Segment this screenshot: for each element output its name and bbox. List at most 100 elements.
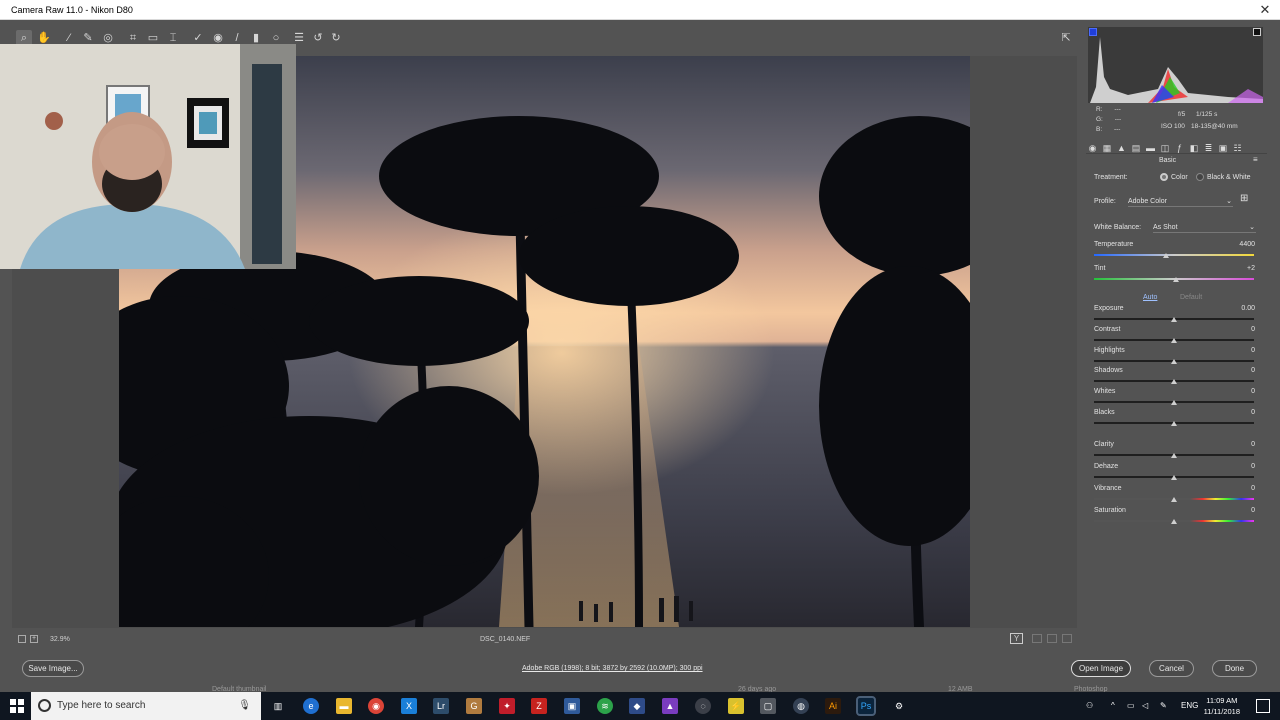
notifications-icon[interactable]	[1256, 699, 1270, 713]
slider-thumb[interactable]	[1171, 519, 1177, 524]
settings-gear-icon[interactable]: ⚙	[891, 698, 907, 714]
open-image-button[interactable]: Open Image	[1071, 660, 1131, 677]
profile-select[interactable]: Adobe Color ⌄	[1128, 196, 1233, 207]
microphone-icon[interactable]: 🎙	[238, 692, 251, 720]
white-balance-select[interactable]: As Shot ⌄	[1153, 222, 1256, 233]
date: 11/11/2018	[1203, 707, 1240, 716]
default-link[interactable]: Default	[1180, 294, 1202, 301]
rotate-right-icon[interactable]: ↻	[328, 30, 344, 46]
chevron-up-icon[interactable]: ^	[1111, 692, 1115, 720]
clock[interactable]: 11:09 AM 11/11/2018	[1204, 695, 1240, 717]
basic-tab-icon[interactable]: ◉	[1086, 142, 1099, 155]
shadow-clip-icon[interactable]	[1089, 28, 1097, 36]
presenter-video	[0, 44, 296, 269]
slider-thumb[interactable]	[1172, 277, 1179, 282]
fullscreen-icon[interactable]: ⇱	[1058, 30, 1074, 46]
tone-curve-icon[interactable]: ▦	[1101, 142, 1114, 155]
split-toning-icon[interactable]: ▬	[1144, 142, 1157, 155]
slider-thumb[interactable]	[1171, 421, 1177, 426]
slider-value[interactable]: 0	[1225, 388, 1255, 398]
xsplit-icon[interactable]: X	[401, 698, 417, 714]
close-icon[interactable]: ✕	[1250, 0, 1280, 20]
rotate-left-icon[interactable]: ↺	[310, 30, 326, 46]
profile-value: Adobe Color	[1128, 198, 1167, 205]
copy-settings-icon[interactable]	[1047, 634, 1057, 643]
task-view-icon[interactable]: ▥	[270, 698, 286, 714]
gimp-icon[interactable]: G	[466, 698, 482, 714]
save-image-button[interactable]: Save Image...	[22, 660, 84, 677]
zoom-out-icon[interactable]	[18, 635, 26, 643]
slider-thumb[interactable]	[1171, 379, 1177, 384]
photoshop-icon[interactable]: Ps	[856, 696, 876, 716]
zoom-level[interactable]: 32.9%	[50, 636, 70, 643]
slider-value[interactable]: 0	[1225, 507, 1255, 517]
profile-browser-icon[interactable]: ⊞	[1240, 193, 1248, 204]
highlight-clip-icon[interactable]	[1253, 28, 1261, 36]
color-radio[interactable]	[1160, 173, 1168, 181]
slider-thumb[interactable]	[1171, 317, 1177, 322]
spotify-icon[interactable]: ≋	[597, 698, 613, 714]
app-icon[interactable]: ◌	[695, 698, 711, 714]
workflow-options-link[interactable]: Adobe RGB (1998); 8 bit; 3872 by 2592 (1…	[522, 665, 703, 672]
slider-track[interactable]	[1094, 254, 1254, 256]
slider-value[interactable]: 0	[1225, 347, 1255, 357]
chrome-icon[interactable]: ◉	[368, 698, 384, 714]
auto-link[interactable]: Auto	[1143, 294, 1157, 301]
app-icon[interactable]: ◍	[793, 698, 809, 714]
network-icon[interactable]: ▭	[1127, 692, 1135, 720]
lightroom-icon[interactable]: Lr	[433, 698, 449, 714]
snapshots-icon[interactable]: ▣	[1217, 142, 1230, 155]
bottom-bar: Save Image... Adobe RGB (1998); 8 bit; 3…	[0, 650, 1280, 688]
people-icon[interactable]: ⚇	[1086, 692, 1093, 720]
app-icon[interactable]: ⚡	[728, 698, 744, 714]
hsl-icon[interactable]: ▤	[1130, 142, 1143, 155]
illustrator-icon[interactable]: Ai	[825, 698, 841, 714]
lens-icon[interactable]: ◫	[1159, 142, 1172, 155]
done-button[interactable]: Done	[1212, 660, 1257, 677]
slider-thumb[interactable]	[1171, 359, 1177, 364]
zoom-in-icon[interactable]: +	[30, 635, 38, 643]
slider-value[interactable]: 0	[1225, 485, 1255, 495]
app-icon[interactable]: ▣	[564, 698, 580, 714]
edge-icon[interactable]: e	[303, 698, 319, 714]
taskbar-search[interactable]: Type here to search 🎙	[31, 692, 261, 720]
slider-value[interactable]: 0	[1225, 463, 1255, 473]
b-value: ---	[1113, 126, 1121, 133]
slider-thumb[interactable]	[1163, 253, 1169, 258]
white-balance-label: White Balance:	[1094, 224, 1142, 231]
before-after-icon[interactable]: Y	[1010, 633, 1023, 644]
slider-value[interactable]: 4400	[1225, 241, 1255, 251]
slider-value[interactable]: 0	[1225, 326, 1255, 336]
file-explorer-icon[interactable]: ▬	[336, 698, 352, 714]
calibration-icon[interactable]: ◧	[1188, 142, 1201, 155]
effects-icon[interactable]: ƒ	[1173, 142, 1186, 155]
panel-menu-icon[interactable]: ≡	[1253, 155, 1258, 164]
slider-value[interactable]: 0	[1225, 441, 1255, 451]
slider-thumb[interactable]	[1171, 338, 1177, 343]
affinity-icon[interactable]: ▲	[662, 698, 678, 714]
camera-icon[interactable]: ▢	[760, 698, 776, 714]
slider-thumb[interactable]	[1171, 400, 1177, 405]
slider-thumb[interactable]	[1171, 475, 1177, 480]
detail-icon[interactable]: ▲	[1115, 142, 1128, 155]
windows-start-icon[interactable]	[10, 699, 24, 713]
slider-value[interactable]: 0	[1225, 409, 1255, 419]
slider-value[interactable]: 0	[1225, 367, 1255, 377]
bw-radio[interactable]	[1196, 173, 1204, 181]
volume-icon[interactable]: ◁	[1142, 692, 1148, 720]
slider-thumb[interactable]	[1171, 453, 1177, 458]
slider-value[interactable]: 0.00	[1225, 305, 1255, 315]
slider-value[interactable]: +2	[1225, 265, 1255, 275]
panel-menu-icon[interactable]: ☷	[1231, 142, 1244, 155]
pen-icon[interactable]: ✎	[1160, 692, 1167, 720]
app-icon[interactable]: ◆	[629, 698, 645, 714]
toggle-icon[interactable]	[1062, 634, 1072, 643]
app-icon[interactable]: ✦	[499, 698, 515, 714]
presets-icon[interactable]: ≣	[1202, 142, 1215, 155]
slider-thumb[interactable]	[1171, 497, 1177, 502]
histogram-graph	[1090, 37, 1263, 103]
swap-icon[interactable]	[1032, 634, 1042, 643]
language-indicator[interactable]: ENG	[1181, 692, 1198, 720]
cancel-button[interactable]: Cancel	[1149, 660, 1194, 677]
filezilla-icon[interactable]: Z	[531, 698, 547, 714]
